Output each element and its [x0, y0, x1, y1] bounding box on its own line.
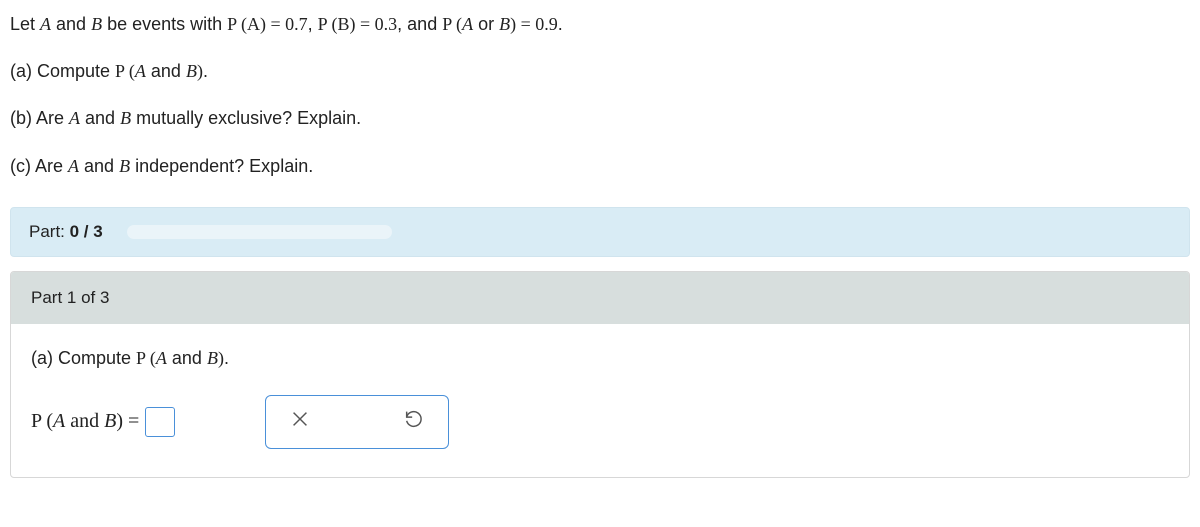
- progress-bar: Part: 0 / 3: [10, 207, 1190, 257]
- problem-intro: Let A and B be events with P (A) = 0.7, …: [10, 12, 1190, 37]
- sub-question-a: (a) Compute P (A and B).: [31, 348, 1169, 369]
- problem-part-b: (b) Are A and B mutually exclusive? Expl…: [10, 106, 1190, 131]
- clear-button[interactable]: [280, 402, 320, 442]
- close-icon: [289, 408, 311, 436]
- problem-statement: Let A and B be events with P (A) = 0.7, …: [10, 12, 1190, 179]
- answer-input[interactable]: [145, 407, 175, 437]
- problem-part-c: (c) Are A and B independent? Explain.: [10, 154, 1190, 179]
- reset-button[interactable]: [394, 402, 434, 442]
- progress-label: Part: 0 / 3: [29, 222, 103, 242]
- part-card-header: Part 1 of 3: [11, 272, 1189, 324]
- progress-track: [127, 225, 392, 239]
- part-card-body: (a) Compute P (A and B). P (A and B) =: [11, 324, 1189, 477]
- tool-panel: [265, 395, 449, 449]
- undo-icon: [403, 408, 425, 436]
- answer-expression: P (A and B) =: [31, 407, 175, 437]
- part-card: Part 1 of 3 (a) Compute P (A and B). P (…: [10, 271, 1190, 478]
- answer-row: P (A and B) =: [31, 395, 1169, 449]
- problem-part-a: (a) Compute P (A and B).: [10, 59, 1190, 84]
